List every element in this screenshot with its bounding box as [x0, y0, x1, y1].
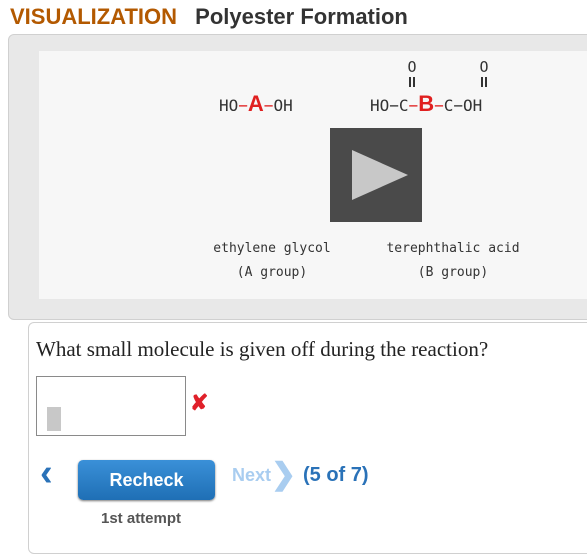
double-bond-right	[481, 77, 487, 87]
text-cursor	[47, 407, 61, 431]
next-label: Next	[232, 465, 272, 485]
play-button[interactable]	[330, 128, 422, 222]
page-title: Polyester Formation	[195, 4, 408, 29]
glycol-caption-group: (A group)	[236, 265, 308, 280]
previous-arrow-icon[interactable]: ‹	[40, 454, 53, 492]
chevron-right-icon: ❯	[271, 458, 297, 491]
glycol-right-group: OH	[273, 96, 293, 115]
glycol-a-group: A	[247, 91, 264, 116]
acid-left-group: HO	[370, 96, 390, 115]
progress-indicator: (5 of 7)	[303, 464, 369, 486]
acid-caption: terephthalic acid (B group)	[373, 237, 533, 285]
acid-caption-name: terephthalic acid	[386, 241, 520, 256]
acid-oxygen-left: O	[407, 58, 417, 76]
header-kicker: VISUALIZATION	[10, 4, 178, 29]
attempt-counter: 1st attempt	[101, 510, 182, 527]
answer-input[interactable]	[36, 376, 186, 436]
acid-carbon-left: C	[398, 96, 409, 115]
next-button[interactable]: Next❯	[232, 460, 296, 490]
glycol-caption: ethylene glycol (A group)	[207, 237, 337, 285]
acid-caption-group: (B group)	[417, 265, 489, 280]
glycol-formula: HO−A−OH	[219, 91, 293, 116]
acid-b-group: B	[418, 91, 435, 116]
acid-carbon-right: C	[443, 96, 454, 115]
glycol-left-group: HO	[219, 96, 239, 115]
question-prompt: What small molecule is given off during …	[36, 337, 489, 361]
play-icon	[352, 150, 408, 200]
visualization-area: HO−A−OH O O HO−C−B−C−OH ethylene glycol …	[39, 51, 587, 299]
page-header: VISUALIZATION Polyester Formation	[10, 4, 408, 30]
acid-oxygen-right: O	[479, 58, 489, 76]
acid-right-group: OH	[463, 96, 483, 115]
recheck-button[interactable]: Recheck	[78, 460, 215, 500]
x-mark-icon: ✘	[190, 390, 209, 415]
acid-formula: HO−C−B−C−OH	[370, 91, 483, 116]
double-bond-left	[409, 77, 415, 87]
glycol-caption-name: ethylene glycol	[213, 241, 331, 256]
